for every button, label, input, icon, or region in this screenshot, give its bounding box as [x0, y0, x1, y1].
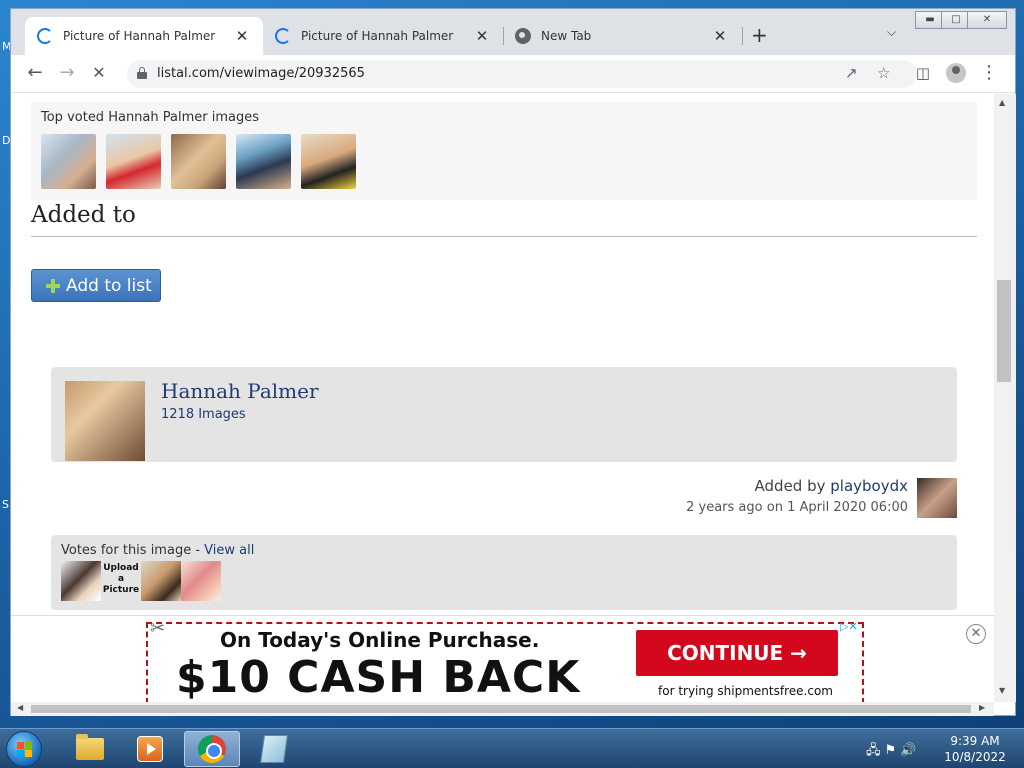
uploader-avatar[interactable]: [917, 478, 957, 518]
top-voted-section: Top voted Hannah Palmer images: [31, 102, 977, 200]
top-voted-thumbnail[interactable]: [171, 134, 226, 189]
votes-label-text: Votes for this image -: [61, 543, 205, 558]
voter-avatar[interactable]: [141, 561, 181, 601]
app-icon: [260, 735, 288, 763]
tab-title: Picture of Hannah Palmer: [301, 29, 454, 43]
taskbar-app[interactable]: [246, 731, 302, 767]
added-date: 2 years ago on 1 April 2020 06:00: [686, 500, 908, 515]
top-voted-label: Top voted Hannah Palmer images: [41, 110, 259, 125]
window-close-button[interactable]: ✕: [967, 11, 1007, 29]
top-voted-thumbnail[interactable]: [106, 134, 161, 189]
taskbar: 🖧 ⚑ 🔊 9:39 AM 10/8/2022: [0, 728, 1024, 768]
tab-picture-1[interactable]: Picture of Hannah Palmer ✕: [25, 17, 263, 55]
clock[interactable]: 9:39 AM 10/8/2022: [940, 733, 1010, 765]
new-tab-button[interactable]: +: [751, 23, 768, 47]
tab-strip: Picture of Hannah Palmer ✕ Picture of Ha…: [11, 9, 1015, 55]
chrome-icon: [515, 28, 531, 44]
divider: [31, 236, 977, 237]
scroll-left-arrow-icon[interactable]: ◀: [17, 703, 23, 712]
folder-icon: [76, 734, 104, 760]
ad-close-button[interactable]: ✕: [966, 624, 986, 644]
address-bar[interactable]: listal.com/viewimage/20932565 ↗ ☆: [127, 60, 917, 88]
tab-title: Picture of Hannah Palmer: [63, 29, 216, 43]
clock-time: 9:39 AM: [950, 734, 1000, 748]
taskbar-chrome[interactable]: [184, 731, 240, 767]
horizontal-scroll-thumb[interactable]: [31, 705, 971, 713]
person-name-link[interactable]: Hannah Palmer: [161, 379, 319, 403]
vertical-scroll-thumb[interactable]: [997, 280, 1011, 382]
voter-avatar[interactable]: [61, 561, 101, 601]
ad-offer: $10 CASH BACK: [176, 652, 581, 702]
url-text[interactable]: listal.com/viewimage/20932565: [157, 66, 365, 81]
ad-banner-bar: ✂ On Today's Online Purchase. $10 CASH B…: [11, 615, 994, 702]
forward-arrow-icon[interactable]: →: [55, 63, 79, 83]
chrome-icon: [198, 735, 226, 763]
tab-title: New Tab: [541, 29, 592, 43]
ad-banner[interactable]: ✂ On Today's Online Purchase. $10 CASH B…: [146, 618, 864, 702]
ad-continue-button[interactable]: CONTINUE →: [636, 630, 838, 676]
stop-loading-icon[interactable]: ✕: [87, 63, 111, 83]
chevron-down-icon[interactable]: ⌵: [887, 25, 896, 40]
system-tray-icons[interactable]: 🖧 ⚑ 🔊: [866, 741, 917, 763]
menu-kebab-icon[interactable]: ⋮: [977, 63, 1001, 83]
voter-avatar[interactable]: [181, 561, 221, 601]
side-panel-icon[interactable]: ◫: [911, 63, 935, 83]
loading-spinner-icon: [275, 28, 291, 44]
added-by-prefix: Added by: [754, 477, 831, 495]
tab-picture-2[interactable]: Picture of Hannah Palmer ✕: [263, 17, 503, 55]
bookmark-star-icon[interactable]: ☆: [877, 64, 890, 82]
person-image-count-link[interactable]: 1218 Images: [161, 407, 246, 422]
add-to-list-button[interactable]: Add to list: [31, 269, 161, 302]
close-icon[interactable]: ✕: [473, 27, 491, 45]
desktop-icon-label-fragment[interactable]: S: [2, 498, 9, 511]
vertical-scrollbar[interactable]: ▲ ▼: [994, 94, 1016, 702]
start-button[interactable]: [6, 731, 42, 767]
tab-separator: [742, 27, 743, 45]
add-to-list-label: Add to list: [66, 275, 152, 296]
view-all-votes-link[interactable]: View all: [204, 543, 254, 558]
taskbar-file-explorer[interactable]: [62, 731, 118, 767]
upload-picture-placeholder[interactable]: Upload a Picture: [101, 563, 141, 596]
plus-icon: [46, 278, 60, 293]
votes-label: Votes for this image - View all: [61, 543, 254, 558]
ad-choices-icon[interactable]: ▷✕: [840, 620, 858, 633]
top-voted-thumbnail[interactable]: [41, 134, 96, 189]
browser-toolbar: ← → ✕ listal.com/viewimage/20932565 ↗ ☆ …: [11, 55, 1015, 93]
close-icon[interactable]: ✕: [233, 27, 251, 45]
added-to-heading: Added to: [31, 202, 136, 228]
added-by-line: Added by playboydx: [755, 477, 908, 495]
clock-date: 10/8/2022: [944, 750, 1006, 764]
top-voted-thumbnail[interactable]: [236, 134, 291, 189]
back-arrow-icon[interactable]: ←: [23, 63, 47, 83]
ad-subtext: for trying shipmentsfree.com: [658, 684, 833, 698]
page-viewport: Top voted Hannah Palmer images Added to …: [11, 94, 994, 702]
person-photo[interactable]: [65, 381, 145, 461]
top-voted-thumbnail[interactable]: [301, 134, 356, 189]
votes-section: Votes for this image - View all Upload a…: [51, 535, 957, 610]
horizontal-scrollbar[interactable]: ◀ ▶: [11, 702, 994, 716]
added-by-user-link[interactable]: playboydx: [830, 477, 908, 495]
windows-logo-icon: [17, 742, 33, 758]
scroll-down-arrow-icon[interactable]: ▼: [999, 686, 1005, 695]
scroll-up-arrow-icon[interactable]: ▲: [999, 98, 1005, 107]
close-icon[interactable]: ✕: [711, 27, 729, 45]
browser-window: Picture of Hannah Palmer ✕ Picture of Ha…: [10, 8, 1016, 716]
scissors-icon: ✂: [150, 618, 166, 639]
taskbar-media-player[interactable]: [122, 731, 178, 767]
person-card: Hannah Palmer 1218 Images: [51, 367, 957, 462]
loading-spinner-icon: [37, 28, 53, 44]
lock-icon[interactable]: [137, 67, 147, 79]
media-player-icon: [137, 736, 163, 762]
tab-new-tab[interactable]: New Tab ✕: [503, 17, 741, 55]
ad-headline: On Today's Online Purchase.: [220, 628, 540, 652]
share-icon[interactable]: ↗: [845, 64, 858, 82]
profile-avatar-icon[interactable]: [946, 63, 966, 83]
scroll-right-arrow-icon[interactable]: ▶: [979, 703, 985, 712]
